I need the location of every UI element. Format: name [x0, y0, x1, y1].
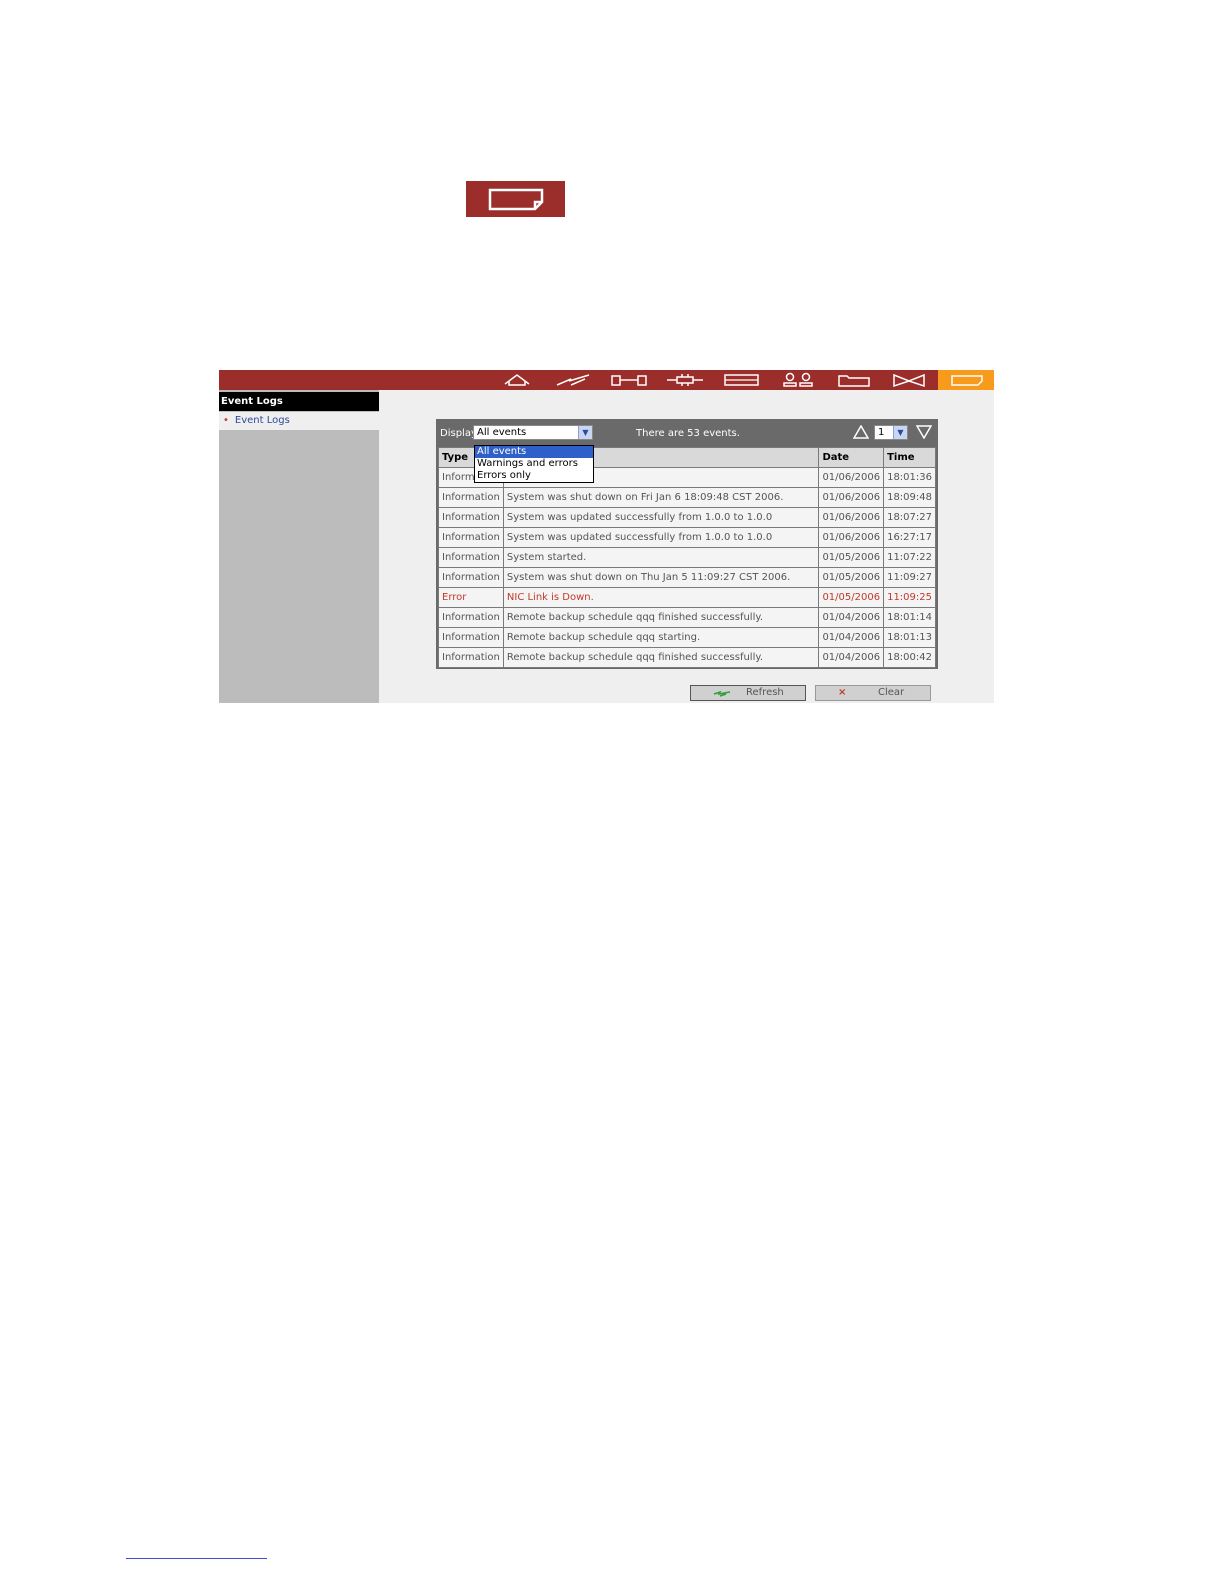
page-select[interactable]: 1 ▼	[874, 425, 908, 440]
refresh-label: Refresh	[746, 687, 784, 698]
events-count: There are 53 events.	[636, 428, 740, 439]
cell-type: Information	[438, 507, 504, 528]
sidebar-item-event-logs[interactable]: • Event Logs	[219, 412, 379, 430]
cell-date: 01/04/2006	[818, 647, 885, 668]
table-row: Information System was shut down on Thu J…	[438, 567, 936, 588]
table-row: Information System started. 01/05/2006 11:0…	[438, 547, 936, 568]
cell-time: 11:09:25	[883, 587, 936, 608]
network-icon[interactable]	[601, 370, 657, 390]
cell-date: 01/04/2006	[818, 627, 885, 648]
cell-time: 18:09:48	[883, 487, 936, 508]
cell-type: Information	[438, 527, 504, 548]
cell-date: 01/05/2006	[818, 547, 885, 568]
logs-icon[interactable]	[938, 370, 994, 390]
cell-message: NIC Link is Down.	[502, 587, 820, 608]
refresh-icon	[713, 686, 731, 703]
cell-type: Information	[438, 627, 504, 648]
footer-link-underline	[126, 1558, 267, 1559]
folder-icon[interactable]	[825, 370, 881, 390]
table-row: Information System was updated successful…	[438, 507, 936, 528]
dropdown-option-errors-only[interactable]: Errors only	[475, 470, 593, 482]
cell-time: 11:07:22	[883, 547, 936, 568]
cell-type: Information	[438, 487, 504, 508]
sidebar: Event Logs • Event Logs	[219, 390, 379, 703]
cell-type: Information	[438, 547, 504, 568]
panel-header: Display All events ▼ There are 53 events…	[436, 419, 938, 447]
table-row: Error NIC Link is Down. 01/05/2006 11:09:25	[438, 587, 936, 608]
cell-time: 11:09:27	[883, 567, 936, 588]
chevron-down-icon[interactable]: ▼	[578, 426, 592, 439]
cell-time: 16:27:17	[883, 527, 936, 548]
disk-icon[interactable]	[713, 370, 769, 390]
cell-message: Remote backup schedule qqq starting.	[502, 627, 820, 648]
plug-icon[interactable]	[657, 370, 713, 390]
cell-date: 01/05/2006	[818, 587, 885, 608]
chevron-down-icon[interactable]: ▼	[893, 426, 907, 439]
display-label: Display	[440, 428, 477, 439]
column-header-time: Time	[883, 447, 936, 468]
cell-date: 01/05/2006	[818, 567, 885, 588]
cell-date: 01/06/2006	[818, 467, 885, 488]
table-row: Information Remote backup schedule qqq fi…	[438, 647, 936, 668]
bullet-icon: •	[223, 415, 229, 426]
cell-type: Information	[438, 607, 504, 628]
display-dropdown-list: All events Warnings and errors Errors on…	[474, 445, 594, 483]
cell-message: System was updated successfully from 1.0…	[502, 507, 820, 528]
cell-type: Error	[438, 587, 504, 608]
table-row: Information System was updated successful…	[438, 527, 936, 548]
sidebar-item-label: Event Logs	[234, 415, 290, 426]
display-filter-select[interactable]: All events ▼	[473, 425, 593, 440]
logs-icon	[466, 181, 565, 217]
cell-message: Remote backup schedule qqq finished succ…	[502, 647, 820, 668]
cell-date: 01/04/2006	[818, 607, 885, 628]
cell-message: System was updated successfully from 1.0…	[502, 527, 820, 548]
clear-button[interactable]: × Clear	[815, 685, 931, 701]
display-filter-value: All events	[477, 427, 527, 438]
bowtie-icon[interactable]	[881, 370, 937, 390]
page-up-icon[interactable]	[852, 424, 870, 442]
clear-label: Clear	[878, 687, 905, 698]
top-nav-bar	[219, 370, 994, 390]
users-icon[interactable]	[769, 370, 825, 390]
cell-type: Information	[438, 647, 504, 668]
close-icon: ×	[838, 687, 847, 698]
cell-time: 18:00:42	[883, 647, 936, 668]
cell-message: System was shut down on Fri Jan 6 18:09:…	[502, 487, 820, 508]
cell-time: 18:01:13	[883, 627, 936, 648]
cell-date: 01/06/2006	[818, 507, 885, 528]
cell-type: Information	[438, 567, 504, 588]
cell-message: System was shut down on Thu Jan 5 11:09:…	[502, 567, 820, 588]
sidebar-title: Event Logs	[219, 392, 379, 411]
cell-time: 18:01:14	[883, 607, 936, 628]
cell-message: Remote backup schedule qqq finished succ…	[502, 607, 820, 628]
column-header-date: Date	[818, 447, 885, 468]
home-icon[interactable]	[489, 370, 545, 390]
table-row: Information Remote backup schedule qqq st…	[438, 627, 936, 648]
flash-icon[interactable]	[545, 370, 601, 390]
page-down-icon[interactable]	[915, 425, 933, 442]
cell-date: 01/06/2006	[818, 527, 885, 548]
cell-date: 01/06/2006	[818, 487, 885, 508]
page-value: 1	[878, 427, 885, 438]
refresh-button[interactable]: Refresh	[690, 685, 806, 701]
table-row: Information Remote backup schedule qqq fi…	[438, 607, 936, 628]
cell-message: System started.	[502, 547, 820, 568]
cell-time: 18:01:36	[883, 467, 936, 488]
dropdown-option-warnings-and-errors[interactable]: Warnings and errors	[475, 458, 593, 470]
nas-admin-window: Event Logs • Event Logs Display All event…	[219, 370, 994, 703]
dropdown-option-all-events[interactable]: All events	[475, 446, 593, 458]
cell-time: 18:07:27	[883, 507, 936, 528]
table-row: Information System was shut down on Fri J…	[438, 487, 936, 508]
